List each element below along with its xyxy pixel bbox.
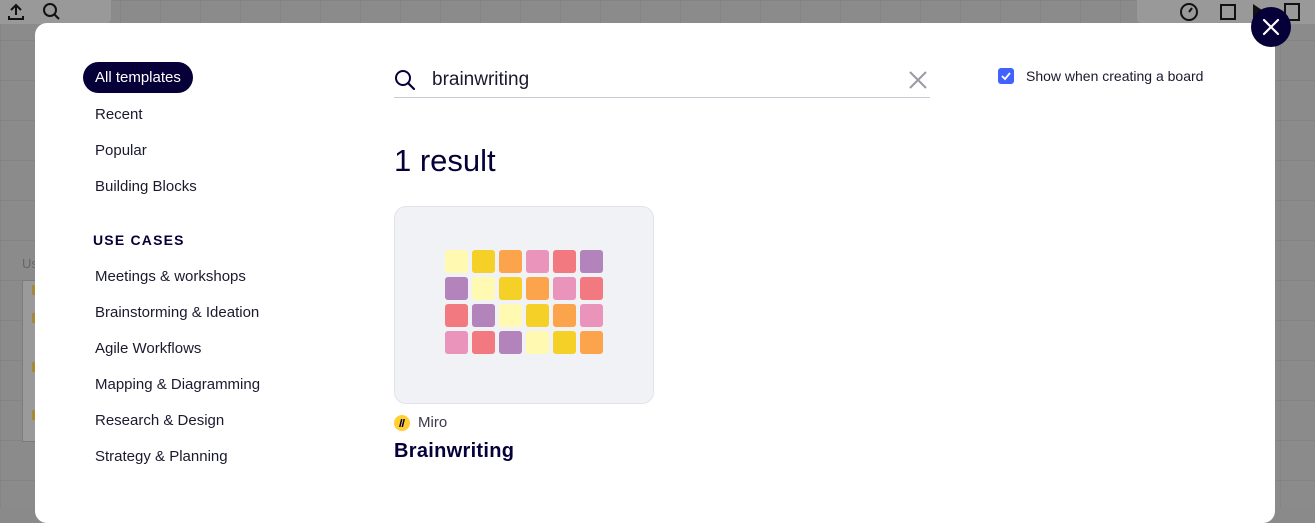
sticky-note-orange	[526, 277, 549, 300]
sidebar-item-all-templates[interactable]: All templates	[83, 62, 193, 93]
sticky-note-lightyellow	[499, 304, 522, 327]
templates-modal: All templates Recent Popular Building Bl…	[35, 23, 1275, 523]
sticky-note-yellow	[553, 331, 576, 354]
sticky-note-lightyellow	[526, 331, 549, 354]
upload-icon[interactable]	[6, 2, 26, 22]
apps-icon[interactable]	[1219, 2, 1239, 22]
sticky-note-pink	[445, 331, 468, 354]
show-when-creating-label: Show when creating a board	[1026, 68, 1204, 84]
result-count: 1 result	[394, 143, 496, 178]
miro-logo-icon	[394, 414, 410, 431]
sticky-note-lightyellow	[472, 277, 495, 300]
sidebar-item-building-blocks[interactable]: Building Blocks	[83, 169, 343, 205]
sticky-note-orange	[553, 304, 576, 327]
sticky-note-orange	[580, 331, 603, 354]
template-author: Miro	[394, 414, 447, 431]
sticky-note-purple	[445, 277, 468, 300]
template-title[interactable]: Brainwriting	[394, 440, 514, 463]
sidebar-item-popular[interactable]: Popular	[83, 133, 343, 169]
sidebar-section-title: USE CASES	[93, 232, 185, 248]
sticky-note-yellow	[472, 250, 495, 273]
sidebar-item-meetings[interactable]: Meetings & workshops	[83, 259, 343, 295]
sticky-note-red	[472, 331, 495, 354]
sticky-note-pink	[553, 277, 576, 300]
template-author-name: Miro	[418, 414, 448, 431]
templates-sidebar: All templates Recent Popular Building Bl…	[83, 62, 343, 475]
sidebar-item-brainstorming[interactable]: Brainstorming & Ideation	[83, 295, 343, 331]
close-modal-button[interactable]	[1251, 7, 1291, 47]
template-card-brainwriting[interactable]	[394, 206, 654, 404]
sidebar-item-research[interactable]: Research & Design	[83, 403, 343, 439]
show-when-creating-option[interactable]: Show when creating a board	[998, 68, 1203, 84]
sticky-note-lightyellow	[445, 250, 468, 273]
template-search	[394, 63, 930, 98]
check-icon	[1001, 72, 1011, 81]
sticky-note-orange	[499, 250, 522, 273]
template-thumbnail	[445, 250, 603, 354]
clear-icon	[909, 71, 927, 89]
sidebar-item-strategy[interactable]: Strategy & Planning	[83, 439, 343, 475]
sticky-note-yellow	[499, 277, 522, 300]
search-input[interactable]	[430, 68, 894, 92]
sticky-note-purple	[499, 331, 522, 354]
close-icon	[1262, 18, 1280, 36]
sticky-note-pink	[526, 250, 549, 273]
sticky-note-red	[445, 304, 468, 327]
sticky-note-red	[553, 250, 576, 273]
clear-search-button[interactable]	[908, 70, 928, 90]
timer-icon[interactable]	[1179, 2, 1199, 22]
sticky-note-pink	[580, 304, 603, 327]
sticky-note-yellow	[526, 304, 549, 327]
sidebar-item-mapping[interactable]: Mapping & Diagramming	[83, 367, 343, 403]
search-icon[interactable]	[42, 2, 62, 22]
sidebar-item-recent[interactable]: Recent	[83, 97, 343, 133]
sticky-note-purple	[580, 250, 603, 273]
search-icon	[395, 70, 416, 91]
top-toolbar-left	[0, 0, 111, 24]
sticky-note-purple	[472, 304, 495, 327]
sidebar-item-agile[interactable]: Agile Workflows	[83, 331, 343, 367]
sticky-note-red	[580, 277, 603, 300]
show-when-creating-checkbox[interactable]	[998, 68, 1014, 84]
